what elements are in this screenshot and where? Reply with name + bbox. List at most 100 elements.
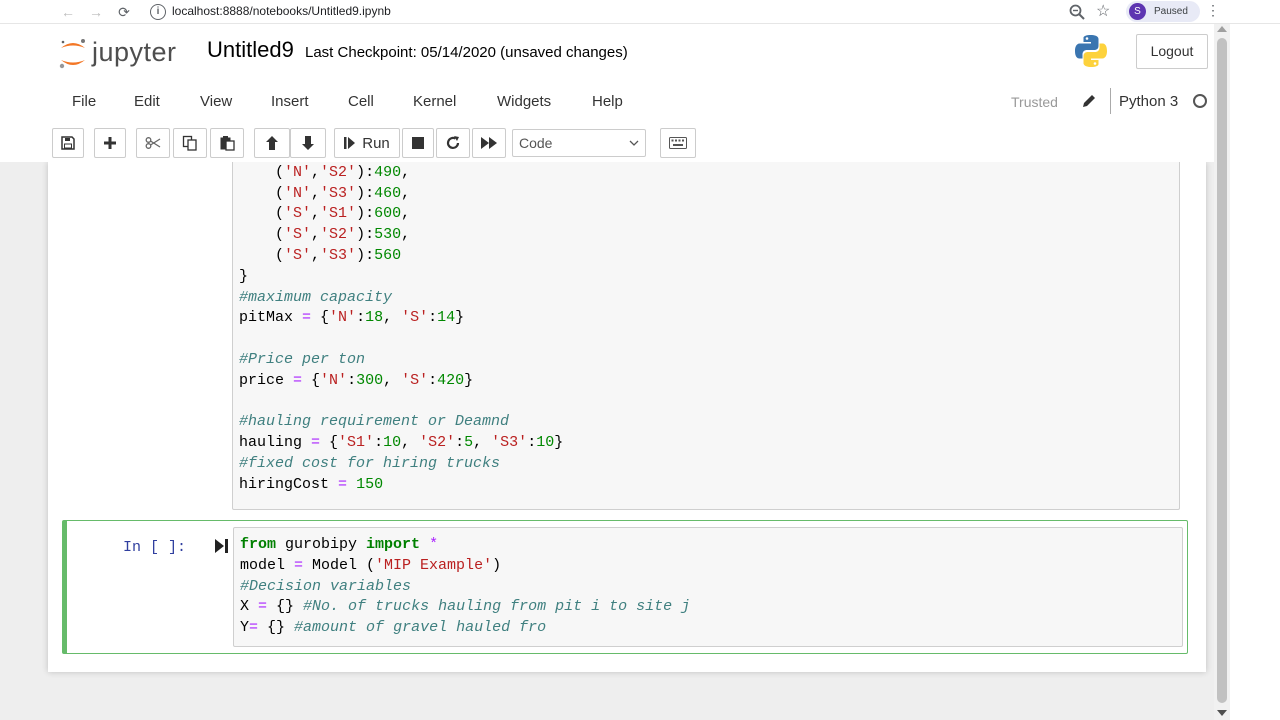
code-token: = (311, 434, 321, 452)
profile-button[interactable]: S Paused (1126, 1, 1200, 22)
scroll-down-icon[interactable] (1217, 710, 1227, 716)
logout-button[interactable]: Logout (1136, 34, 1208, 69)
restart-button[interactable] (436, 128, 470, 158)
code-token: : (428, 309, 438, 327)
cell-type-select[interactable]: Code (512, 129, 646, 157)
info-icon[interactable]: i (150, 4, 166, 20)
menu-kernel[interactable]: Kernel (413, 93, 456, 110)
menu-cell[interactable]: Cell (348, 93, 374, 110)
code-token: 'N' (284, 163, 312, 181)
bookmark-star-icon[interactable]: ☆ (1096, 1, 1110, 21)
code-line: #Decision variables (240, 577, 1182, 598)
code-token: 150 (356, 475, 384, 493)
code-token: 'S2' (320, 226, 357, 244)
menu-view[interactable]: View (200, 93, 232, 110)
menu-insert[interactable]: Insert (271, 93, 309, 110)
code-token: #Decision variables (240, 577, 412, 595)
menu-edit[interactable]: Edit (134, 93, 160, 110)
jupyter-logo[interactable]: jupyter (58, 34, 188, 74)
code-token: 490 (374, 163, 402, 181)
code-line: #maximum capacity (239, 288, 1179, 309)
code-token: hiringCost (239, 475, 339, 493)
copy-icon (182, 135, 197, 151)
forward-arrow-icon[interactable]: → (86, 2, 106, 22)
jupyter-logo-icon (59, 39, 85, 69)
code-editor[interactable]: ('N','S1'):460, ('N','S2'):490, ('N','S3… (233, 162, 1179, 496)
code-token: } (239, 267, 249, 285)
insert-cell-button[interactable] (94, 128, 126, 158)
code-token: 'S3' (320, 246, 357, 264)
code-token: 560 (374, 246, 402, 264)
code-token: = (294, 556, 304, 574)
save-button[interactable] (52, 128, 84, 158)
code-token: , (383, 309, 402, 327)
cell-input[interactable]: from gurobipy import * model = Model ('MI… (233, 527, 1183, 647)
run-button[interactable]: Run (334, 128, 400, 158)
browser-menu-icon[interactable]: ⋮ (1206, 2, 1220, 19)
trusted-indicator[interactable]: Trusted (1003, 90, 1066, 114)
code-token: : (356, 309, 366, 327)
notebook-area: ('N','S1'):460, ('N','S2'):490, ('N','S3… (0, 162, 1214, 720)
code-token: #No. of trucks hauling from pit i to sit… (303, 598, 691, 616)
code-token: : (455, 434, 465, 452)
interrupt-button[interactable] (402, 128, 434, 158)
notebook-title[interactable]: Untitled9 (207, 37, 294, 63)
scroll-thumb[interactable] (1217, 38, 1227, 703)
scissors-icon (145, 137, 161, 149)
code-line: from gurobipy import * (240, 535, 1182, 556)
code-token: ): (356, 163, 375, 181)
url-bar[interactable]: localhost:8888/notebooks/Untitled9.ipynb (172, 4, 391, 18)
back-arrow-icon[interactable]: ← (58, 2, 78, 22)
pencil-icon[interactable] (1080, 92, 1098, 110)
paste-icon (220, 136, 235, 151)
code-token: Model ( (303, 556, 376, 574)
code-line: hiringCost = 150 (239, 475, 1179, 496)
code-token: , (311, 226, 321, 244)
step-forward-icon (344, 137, 356, 149)
run-cell-icon[interactable] (215, 538, 229, 554)
cell-input[interactable]: ('N','S1'):460, ('N','S2'):490, ('N','S3… (232, 162, 1180, 510)
save-icon (61, 136, 75, 150)
code-cell-selected[interactable]: In [ ]: from gurobipy import * model = Mo… (62, 520, 1188, 654)
code-token: 'S' (284, 205, 312, 223)
code-token: } (554, 434, 564, 452)
code-token: hauling (239, 434, 312, 452)
code-token: : (428, 371, 438, 389)
menu-widgets[interactable]: Widgets (497, 93, 551, 110)
paste-button[interactable] (210, 128, 244, 158)
menu-help[interactable]: Help (592, 93, 623, 110)
restart-run-all-button[interactable] (472, 128, 506, 158)
code-token: , (401, 226, 411, 244)
code-token: = (293, 371, 303, 389)
code-token: {} (267, 598, 304, 616)
code-token: 530 (374, 226, 402, 244)
reload-icon[interactable]: ⟳ (114, 2, 134, 22)
scrollbar[interactable] (1214, 24, 1230, 720)
code-token: = (338, 475, 348, 493)
code-token: ( (239, 226, 285, 244)
code-line: model = Model ('MIP Example') (240, 556, 1182, 577)
code-token: 420 (437, 371, 465, 389)
command-palette-button[interactable] (660, 128, 696, 158)
code-token: 'S' (284, 246, 312, 264)
code-cell[interactable]: ('N','S1'):460, ('N','S2'):490, ('N','S3… (62, 162, 1192, 510)
code-line: ('S','S2'):530, (239, 225, 1179, 246)
code-token: ( (239, 246, 285, 264)
scroll-up-icon[interactable] (1217, 26, 1227, 32)
code-editor[interactable]: from gurobipy import * model = Model ('MI… (234, 528, 1182, 639)
move-down-button[interactable] (290, 128, 326, 158)
code-token: 'N' (284, 184, 312, 202)
logo-text: jupyter (92, 37, 177, 67)
arrow-up-icon (266, 136, 278, 150)
menu-file[interactable]: File (72, 93, 96, 110)
code-token: 460 (374, 184, 402, 202)
code-line: pitMax = {'N':18, 'S':14} (239, 308, 1179, 329)
code-token: 5 (464, 434, 474, 452)
zoom-icon[interactable] (1068, 3, 1086, 21)
kernel-name[interactable]: Python 3 (1119, 93, 1178, 110)
cell-type-value: Code (519, 135, 553, 151)
move-up-button[interactable] (254, 128, 290, 158)
cut-button[interactable] (136, 128, 170, 158)
copy-button[interactable] (173, 128, 207, 158)
